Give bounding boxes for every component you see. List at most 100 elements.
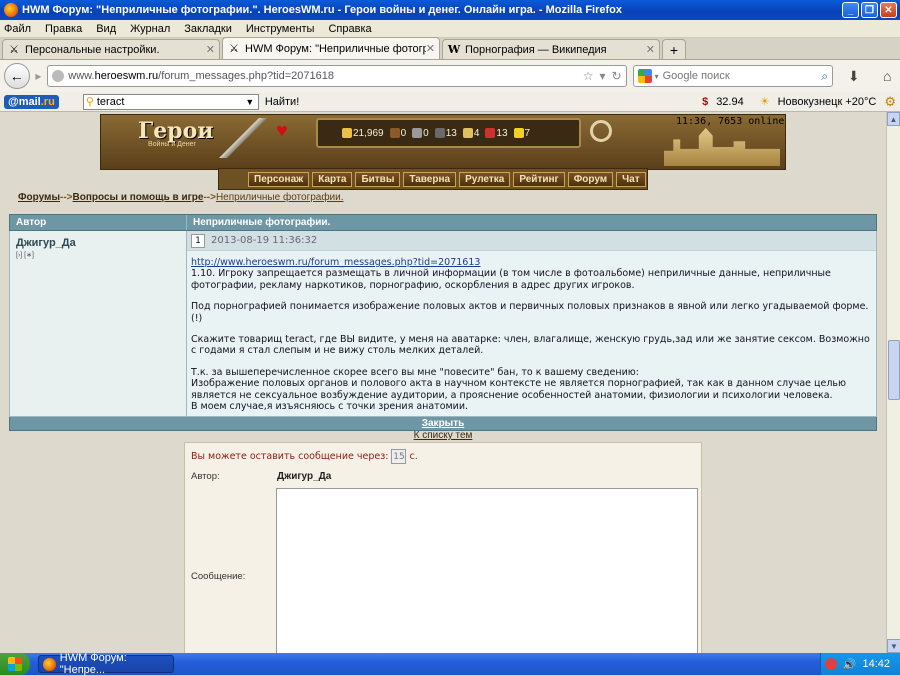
windows-taskbar: HWM Форум: "Непре... 🔊 14:42 [0, 652, 900, 676]
home-icon[interactable]: ⌂ [874, 65, 900, 87]
forward-arrow-icon: ▸ [35, 69, 42, 83]
reply-message-textarea[interactable] [276, 488, 698, 658]
search-icon[interactable]: ⌕ [821, 69, 828, 84]
forward-button[interactable]: ▸ [32, 66, 46, 86]
minimize-button[interactable]: _ [842, 2, 859, 18]
menu-history[interactable]: Журнал [130, 23, 170, 35]
mailru-search-field[interactable]: ⚲ teract ▼ [82, 93, 259, 110]
gems-icon [513, 128, 524, 138]
back-button[interactable]: ← [4, 63, 30, 89]
nav-roulette[interactable]: Рулетка [459, 172, 511, 187]
resource-ore: 0 [412, 128, 429, 139]
new-tab-button[interactable]: + [662, 39, 686, 59]
chevron-down-icon[interactable]: ▼ [244, 97, 256, 107]
nav-character[interactable]: Персонаж [248, 172, 310, 187]
wait-suffix: с. [409, 451, 418, 462]
url-text[interactable]: www.heroeswm.ru/forum_messages.php?tid=2… [68, 70, 576, 82]
tab-close-icon[interactable]: ✕ [426, 42, 435, 55]
nav-chat[interactable]: Чат [616, 172, 646, 187]
crystal-icon [485, 128, 496, 138]
heart-icon: ♥ [276, 120, 288, 142]
start-button[interactable] [0, 653, 30, 675]
reply-author-value: Джигур_Да [277, 471, 332, 482]
tray-app-icon[interactable] [824, 658, 837, 670]
author-info-icons[interactable]: [›] [∗] [16, 251, 180, 259]
reload-icon[interactable]: ↻ [612, 69, 622, 83]
nav-tavern[interactable]: Таверна [403, 172, 457, 187]
close-topic-link[interactable]: Закрыть [422, 418, 465, 429]
post-date: 2013-08-19 11:36:32 [211, 235, 318, 246]
search-engine-dropdown-icon[interactable]: ▾ [655, 72, 659, 81]
resource-mercury: 13 [434, 128, 457, 139]
navigation-bar: ← ▸ www.heroeswm.ru/forum_messages.php?t… [0, 60, 900, 92]
resource-value: 0 [423, 127, 429, 139]
taskbar-firefox-item[interactable]: HWM Форум: "Непре... [38, 652, 174, 676]
url-bar[interactable]: www.heroeswm.ru/forum_messages.php?tid=2… [47, 65, 627, 87]
resource-wood: 0 [389, 127, 407, 139]
menu-tools[interactable]: Инструменты [246, 23, 315, 35]
menu-edit[interactable]: Правка [45, 23, 82, 35]
tab-label: Персональные настройки. [25, 43, 160, 56]
sulfur-icon [462, 128, 473, 138]
post-link[interactable]: http://www.heroeswm.ru/forum_messages.ph… [191, 257, 480, 268]
tab-wikipedia[interactable]: W Порнография — Википедия ✕ [442, 39, 660, 59]
maximize-button[interactable]: ❐ [861, 2, 878, 18]
vertical-scrollbar[interactable]: ▲ ▼ [886, 112, 900, 653]
post-paragraph: Изображение половых органов и полового а… [191, 378, 846, 401]
menu-view[interactable]: Вид [96, 23, 116, 35]
crumb-forums[interactable]: Форумы [18, 192, 60, 203]
post-number[interactable]: 1 [191, 233, 205, 248]
settings-gear-icon[interactable]: ⚙ [884, 94, 896, 110]
game-logo[interactable]: Герои [138, 118, 214, 156]
google-icon[interactable] [637, 69, 652, 83]
weather-widget[interactable]: ☀ Новокузнецк +20°C [752, 95, 877, 108]
nav-rating[interactable]: Рейтинг [513, 172, 565, 187]
online-counter: 11:36, 7653 online [676, 116, 785, 127]
breadcrumb: Форумы-->Вопросы и помощь в игре-->Непри… [18, 192, 344, 203]
downloads-icon[interactable]: ⬇ [841, 65, 867, 87]
nav-battles[interactable]: Битвы [355, 172, 401, 187]
tab-close-icon[interactable]: ✕ [206, 43, 215, 56]
tab-forum[interactable]: ⚔ HWM Форум: "Неприличные фотограф... ✕ [222, 37, 440, 59]
game-nav: Персонаж Карта Битвы Таверна Рулетка Рей… [248, 172, 646, 187]
tab-personal-settings[interactable]: ⚔ Персональные настройки. ✕ [2, 39, 220, 59]
ring-icon [590, 120, 612, 142]
scroll-thumb[interactable] [888, 340, 900, 400]
menu-file[interactable]: Файл [4, 23, 31, 35]
weather-value: Новокузнецк +20°C [777, 96, 877, 108]
mercury-icon [434, 128, 445, 138]
volume-icon[interactable]: 🔊 [843, 658, 857, 671]
post-paragraph: Под порнографией понимается изображение … [191, 301, 869, 324]
nav-forum[interactable]: Форум [567, 172, 614, 187]
close-window-button[interactable]: ✕ [880, 2, 897, 18]
mailru-logo-ru: .ru [40, 95, 55, 108]
scroll-down-icon[interactable]: ▼ [887, 639, 900, 653]
mailru-search-input[interactable]: teract [97, 96, 244, 108]
to-topic-list-link[interactable]: К списку тем [414, 430, 473, 441]
nav-map[interactable]: Карта [312, 172, 353, 187]
bookmark-star-icon[interactable]: ☆ [583, 69, 594, 83]
site-identity-icon[interactable] [52, 70, 65, 82]
tab-close-icon[interactable]: ✕ [646, 43, 655, 56]
search-input[interactable]: Google поиск [663, 70, 822, 82]
crumb-help-section[interactable]: Вопросы и помощь в игре [73, 192, 204, 203]
resources-bar: 21,969 0 0 13 4 13 7 [316, 118, 581, 148]
clock[interactable]: 14:42 [862, 658, 890, 670]
mailru-logo[interactable]: @mail.ru [4, 94, 59, 109]
currency-widget[interactable]: $32.94 [702, 96, 744, 108]
reply-message-label: Сообщение: [191, 571, 246, 582]
crumb-topic[interactable]: Неприличные фотографии. [216, 192, 344, 203]
taskbar-item-label: HWM Форум: "Непре... [59, 652, 127, 676]
menu-help[interactable]: Справка [328, 23, 371, 35]
url-history-dropdown-icon[interactable]: ▾ [599, 69, 605, 83]
menu-bookmarks[interactable]: Закладки [184, 23, 232, 35]
search-bar[interactable]: ▾ Google поиск ⌕ [632, 65, 833, 87]
wood-icon [389, 128, 400, 138]
scroll-up-icon[interactable]: ▲ [887, 112, 900, 126]
tab-label: Порнография — Википедия [465, 43, 607, 56]
resource-value: 0 [400, 127, 407, 139]
post-paragraph: Т.к. за вышеперечисленное скорее всего в… [191, 366, 639, 378]
resource-value: 13 [496, 127, 508, 139]
find-button[interactable]: Найти! [263, 96, 301, 108]
post-author-name[interactable]: Джигур_Да [16, 237, 180, 249]
